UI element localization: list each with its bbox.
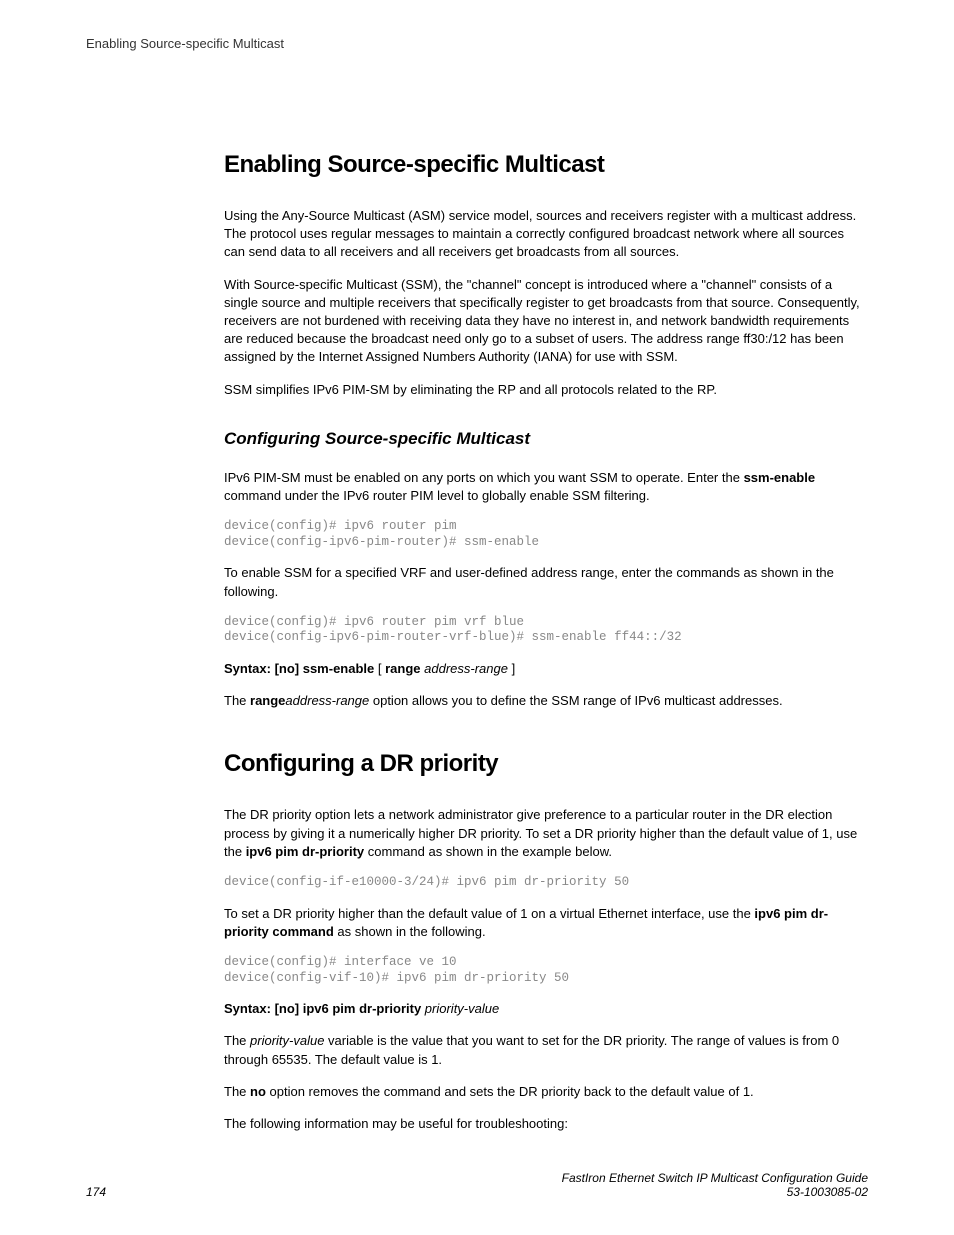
text: The [224, 1084, 250, 1099]
paragraph: IPv6 PIM-SM must be enabled on any ports… [224, 469, 868, 505]
section-heading-dr-priority: Configuring a DR priority [224, 750, 868, 778]
footer-doc-title: FastIron Ethernet Switch IP Multicast Co… [562, 1171, 868, 1185]
text: The [224, 693, 250, 708]
text: IPv6 PIM-SM must be enabled on any ports… [224, 470, 744, 485]
footer-doc-id: 53-1003085-02 [562, 1185, 868, 1199]
text: The [224, 1033, 250, 1048]
syntax-keyword: range [385, 661, 420, 676]
paragraph: The no option removes the command and se… [224, 1083, 868, 1101]
footer-doc-info: FastIron Ethernet Switch IP Multicast Co… [562, 1171, 868, 1199]
text: as shown in the following. [334, 924, 486, 939]
argument: address-range [285, 693, 369, 708]
running-header: Enabling Source-specific Multicast [86, 36, 868, 51]
syntax-arg: address-range [424, 661, 508, 676]
syntax-arg: priority-value [421, 1001, 499, 1016]
code-block: device(config)# interface ve 10 device(c… [224, 955, 868, 986]
code-block: device(config)# ipv6 router pim device(c… [224, 519, 868, 550]
paragraph: The following information may be useful … [224, 1115, 868, 1133]
command-name: ipv6 pim dr-priority [246, 844, 364, 859]
argument: priority-value [250, 1033, 324, 1048]
text: command as shown in the example below. [364, 844, 612, 859]
keyword: no [250, 1084, 266, 1099]
page-content: Enabling Source-specific Multicast Using… [86, 151, 868, 1133]
command-name: ssm-enable [744, 470, 816, 485]
syntax-label: Syntax: [no] ipv6 pim dr-priority [224, 1001, 421, 1016]
paragraph: The rangeaddress-range option allows you… [224, 692, 868, 710]
paragraph: The DR priority option lets a network ad… [224, 806, 868, 861]
paragraph: To enable SSM for a specified VRF and us… [224, 564, 868, 600]
code-block: device(config)# ipv6 router pim vrf blue… [224, 615, 868, 646]
text: ] [508, 661, 515, 676]
text: command under the IPv6 router PIM level … [224, 488, 650, 503]
subsection-heading-config-ssm: Configuring Source-specific Multicast [224, 429, 868, 449]
paragraph: With Source-specific Multicast (SSM), th… [224, 276, 868, 367]
text: [ [374, 661, 385, 676]
text: To set a DR priority higher than the def… [224, 906, 754, 921]
code-block: device(config-if-e10000-3/24)# ipv6 pim … [224, 875, 868, 891]
section-heading-ssm: Enabling Source-specific Multicast [224, 151, 868, 179]
keyword: range [250, 693, 285, 708]
syntax-line: Syntax: [no] ipv6 pim dr-priority priori… [224, 1000, 868, 1018]
syntax-label: Syntax: [no] ssm-enable [224, 661, 374, 676]
paragraph: Using the Any-Source Multicast (ASM) ser… [224, 207, 868, 262]
page-number: 174 [86, 1185, 106, 1199]
text: option removes the command and sets the … [266, 1084, 754, 1099]
paragraph: The priority-value variable is the value… [224, 1032, 868, 1068]
paragraph: To set a DR priority higher than the def… [224, 905, 868, 941]
page-footer: 174 FastIron Ethernet Switch IP Multicas… [86, 1171, 868, 1199]
text: option allows you to define the SSM rang… [369, 693, 782, 708]
paragraph: SSM simplifies IPv6 PIM-SM by eliminatin… [224, 381, 868, 399]
syntax-line: Syntax: [no] ssm-enable [ range address-… [224, 660, 868, 678]
